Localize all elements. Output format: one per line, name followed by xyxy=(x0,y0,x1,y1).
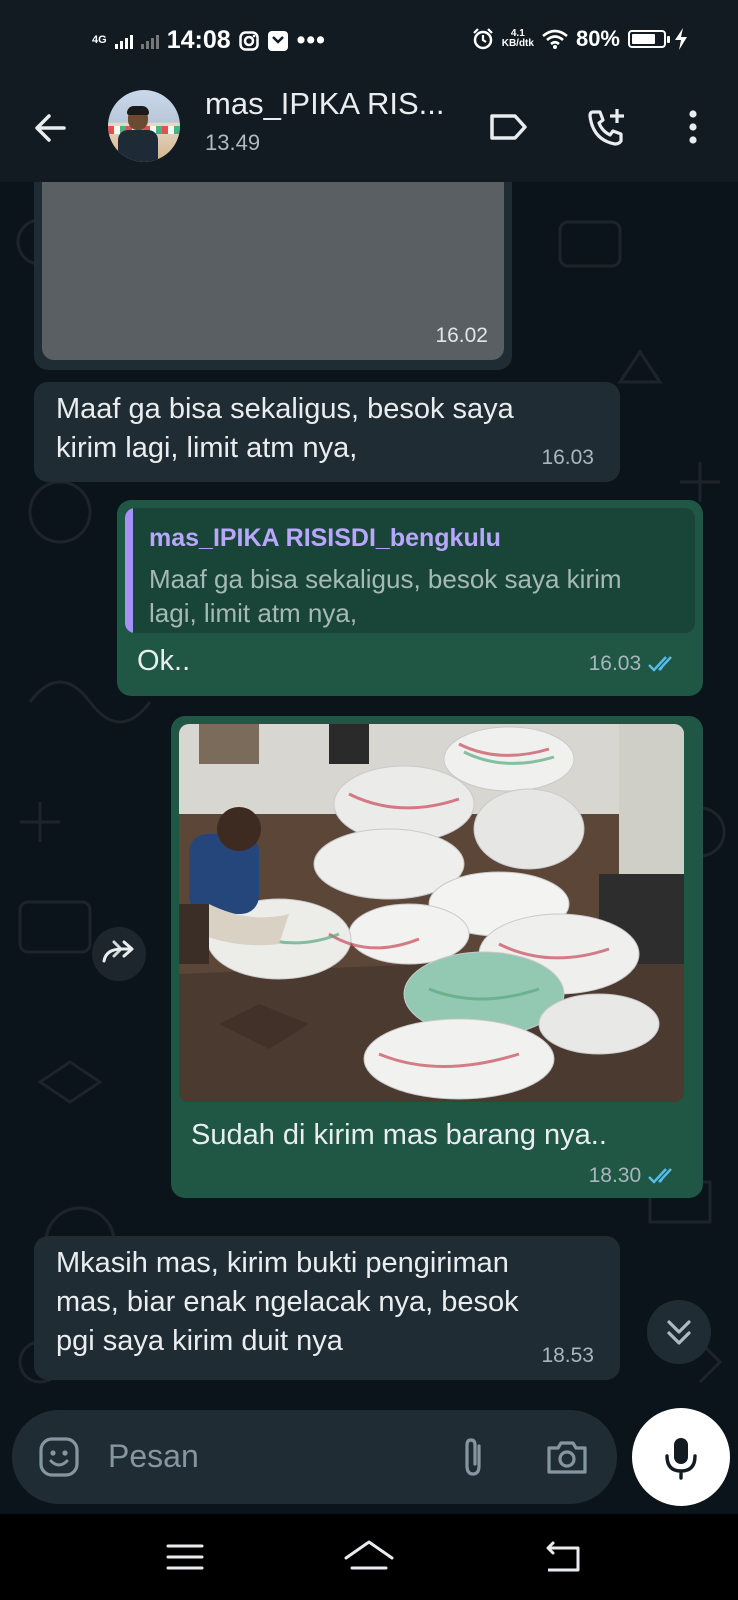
contact-name[interactable]: mas_IPIKA RIS... xyxy=(205,86,444,122)
add-call-icon[interactable] xyxy=(584,104,630,150)
message-time: 16.03 xyxy=(588,652,642,675)
attach-icon[interactable] xyxy=(450,1434,496,1480)
signal-sim2-icon xyxy=(140,33,159,49)
camera-icon[interactable] xyxy=(544,1434,590,1480)
message-input[interactable]: Pesan xyxy=(108,1438,199,1475)
quoted-message[interactable]: mas_IPIKA RISISDI_bengkulu Maaf ga bisa … xyxy=(125,508,695,633)
message-incoming-text[interactable]: Maaf ga bisa sekaligus, besok saya kirim… xyxy=(34,382,620,482)
double-chevron-down-icon xyxy=(667,1320,691,1345)
read-ticks-icon xyxy=(648,656,672,673)
instagram-icon xyxy=(238,30,259,51)
quote-text: Maaf ga bisa sekaligus, besok saya kirim… xyxy=(149,564,622,628)
message-outgoing-image[interactable]: Sudah di kirim mas barang nya.. 18.30 xyxy=(171,716,703,1198)
scroll-to-bottom-button[interactable] xyxy=(647,1300,711,1364)
network-speed: 4.1 KB/dtk xyxy=(502,29,534,49)
wifi-icon xyxy=(542,29,568,49)
mic-icon xyxy=(665,1438,697,1480)
last-seen[interactable]: 13.49 xyxy=(205,130,260,156)
message-time: 18.53 xyxy=(541,1344,594,1367)
avatar[interactable] xyxy=(108,90,180,162)
image-caption: Sudah di kirim mas barang nya.. xyxy=(191,1119,607,1151)
photo-packages[interactable] xyxy=(179,724,684,1102)
message-text: Maaf ga bisa sekaligus, besok saya kirim… xyxy=(56,393,514,464)
read-ticks-icon xyxy=(648,1168,672,1185)
network-type: 4G xyxy=(92,34,107,46)
system-nav-bar xyxy=(0,1514,738,1600)
message-text: Ok.. xyxy=(137,645,191,677)
quote-author: mas_IPIKA RISISDI_bengkulu xyxy=(149,524,501,552)
message-time: 18.30 xyxy=(588,1164,642,1187)
battery-fill xyxy=(632,34,656,44)
speed-unit: KB/dtk xyxy=(501,38,534,49)
message-text: Mkasih mas, kirim bukti pengiriman mas, … xyxy=(56,1247,519,1357)
message-incoming-image[interactable]: 16.02 xyxy=(34,182,512,370)
message-meta: 16.03 xyxy=(589,652,681,676)
battery-icon xyxy=(628,30,670,48)
back-arrow-icon[interactable] xyxy=(30,108,70,148)
label-icon[interactable] xyxy=(485,104,531,150)
status-left: 4G 14:08 ••• xyxy=(92,26,326,55)
battery-percent: 80% xyxy=(575,26,620,51)
signal-icon xyxy=(114,33,133,49)
forward-button[interactable] xyxy=(92,927,146,981)
alarm-icon xyxy=(472,28,493,50)
message-time: 16.03 xyxy=(541,446,594,469)
chat-header: mas_IPIKA RIS... 13.49 xyxy=(0,80,738,182)
status-bar: 4G 14:08 ••• 4.1 KB/dtk 80% xyxy=(0,0,738,80)
more-notifications-icon: ••• xyxy=(296,26,326,54)
emoji-icon[interactable] xyxy=(36,1434,82,1480)
message-time: 16.02 xyxy=(435,324,488,347)
home-icon[interactable] xyxy=(334,1534,404,1580)
message-incoming-text[interactable]: Mkasih mas, kirim bukti pengiriman mas, … xyxy=(34,1236,620,1380)
message-outgoing-reply[interactable]: mas_IPIKA RISISDI_bengkulu Maaf ga bisa … xyxy=(117,500,703,696)
back-nav-icon[interactable] xyxy=(526,1534,596,1580)
status-right: 4.1 KB/dtk 80% xyxy=(472,26,688,52)
message-composer: Pesan xyxy=(12,1410,617,1504)
message-list[interactable]: 16.02 Maaf ga bisa sekaligus, besok saya… xyxy=(0,182,738,1400)
message-meta: 18.30 xyxy=(589,1164,681,1188)
forward-icon xyxy=(102,940,134,963)
clock: 14:08 xyxy=(166,26,231,54)
mic-button[interactable] xyxy=(632,1408,730,1506)
photo-content xyxy=(179,724,684,1102)
quote-accent-bar xyxy=(125,508,133,633)
notification-app-icon xyxy=(267,30,288,51)
more-vert-icon[interactable] xyxy=(670,104,716,150)
charging-icon xyxy=(675,28,687,50)
menu-icon[interactable] xyxy=(150,1534,220,1580)
